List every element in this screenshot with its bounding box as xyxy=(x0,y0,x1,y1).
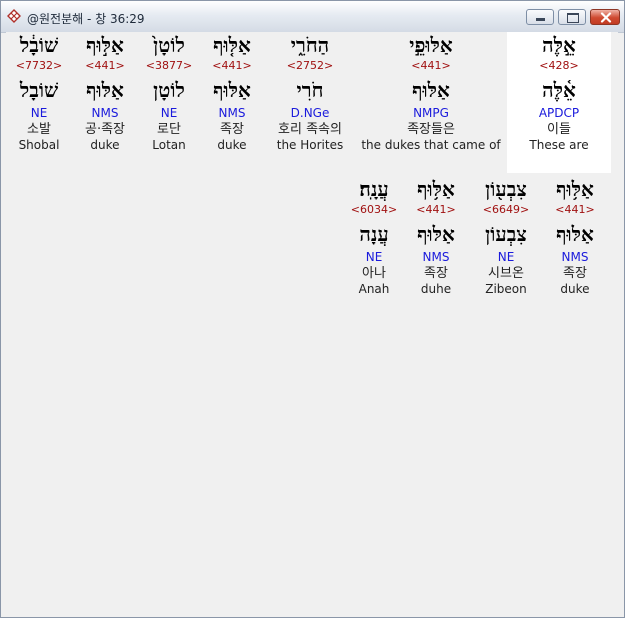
parsing-code: NMPG xyxy=(413,106,449,120)
app-window: @원전분해 - 창 36:29 אֵ֣לֶּה <428> אֵ֫לֶּה AP… xyxy=(0,0,625,618)
parsing-code: NE xyxy=(497,250,515,264)
strong-number: <2752> xyxy=(286,59,334,72)
hebrew-lemma: אַלּוּף xyxy=(86,78,124,102)
parsing-code: NMS xyxy=(91,106,119,120)
english-gloss: Lotan xyxy=(152,138,186,152)
hebrew-word: צִבְע֖וֹן xyxy=(485,177,527,201)
parsing-code: APDCP xyxy=(538,106,580,120)
parsing-code: NMS xyxy=(422,250,450,264)
word-block[interactable]: אַלּ֣וּף <441> אַלּוּף NMS 공·족장 duke xyxy=(76,32,134,153)
parsing-code: NMS xyxy=(561,250,589,264)
hebrew-word: אַלּ֤וּף xyxy=(213,33,251,57)
word-block[interactable]: הַחֹרִ֑י <2752> חֹרִי D.NGe 호리 족속의 the H… xyxy=(268,32,352,153)
word-block[interactable]: אַלּ֥וּף <441> אַלּוּף NMS 족장 duke xyxy=(545,176,605,297)
strong-number: <441> xyxy=(555,203,595,216)
strong-number: <6649> xyxy=(482,203,530,216)
hebrew-word: הַחֹרִ֑י xyxy=(290,33,330,57)
parsing-code: NE xyxy=(160,106,178,120)
hebrew-word: שׁוֹבָ֔ל xyxy=(19,33,59,57)
korean-gloss: 아나 xyxy=(362,266,386,281)
parsing-code: NE xyxy=(365,250,383,264)
english-gloss: duke xyxy=(217,138,247,152)
strong-number: <441> xyxy=(212,59,252,72)
hebrew-word: אֵ֣לֶּה xyxy=(542,33,576,57)
english-gloss: the dukes that came of xyxy=(361,138,501,152)
hebrew-lemma: אַלּוּף xyxy=(412,78,450,102)
close-button[interactable] xyxy=(590,9,620,25)
hebrew-word: אַלּ֣וּף xyxy=(86,33,124,57)
hebrew-word: אַלּ֥וּף xyxy=(556,177,594,201)
parsing-code: D.NGe xyxy=(290,106,330,120)
korean-gloss: 족장 xyxy=(424,266,448,281)
maximize-button[interactable] xyxy=(558,9,586,25)
strong-number: <441> xyxy=(411,59,451,72)
word-block[interactable]: שׁוֹבָ֔ל <7732> שׁוֹבָל NE 소발 Shobal xyxy=(10,32,68,153)
word-block[interactable]: אֵ֣לֶּה <428> אֵ֫לֶּה APDCP 이들 These are xyxy=(507,32,611,173)
minimize-icon xyxy=(536,18,545,21)
hebrew-lemma: אַלּוּף xyxy=(417,222,455,246)
hebrew-word: אַלּ֥וּף xyxy=(417,177,455,201)
word-block[interactable]: אַלּ֥וּף <441> אַלּוּף NMS 족장 duhe xyxy=(407,176,465,297)
english-gloss: Shobal xyxy=(18,138,60,152)
hebrew-lemma: חֹרִי xyxy=(296,78,324,102)
analysis-panel: אֵ֣לֶּה <428> אֵ֫לֶּה APDCP 이들 These are… xyxy=(6,32,618,611)
strong-number: <428> xyxy=(539,59,579,72)
app-icon xyxy=(6,8,22,24)
korean-gloss: 족장들은 xyxy=(407,122,455,137)
window-title: @원전분해 - 창 36:29 xyxy=(27,12,145,26)
korean-gloss: 족장 xyxy=(220,122,244,137)
korean-gloss: 족장 xyxy=(563,266,587,281)
word-block[interactable]: לוֹטָן֙ <3877> לוֹטָן NE 로단 Lotan xyxy=(142,32,196,153)
english-gloss: Zibeon xyxy=(485,282,527,296)
english-gloss: Anah xyxy=(358,282,390,296)
strong-number: <6034> xyxy=(350,203,398,216)
strong-number: <7732> xyxy=(15,59,63,72)
hebrew-lemma: עֲנָה xyxy=(359,222,389,246)
parsing-code: NE xyxy=(30,106,48,120)
hebrew-word: אַלּוּפֵ֣י xyxy=(409,33,453,57)
korean-gloss: 호리 족속의 xyxy=(278,122,342,137)
korean-gloss: 공·족장 xyxy=(84,122,125,137)
word-block[interactable]: צִבְע֖וֹן <6649> צִבְעוֹן NE 시브온 Zibeon xyxy=(473,176,539,297)
english-gloss: duke xyxy=(90,138,120,152)
english-gloss: duhe xyxy=(420,282,452,296)
strong-number: <441> xyxy=(416,203,456,216)
close-icon xyxy=(600,12,612,23)
hebrew-lemma: לוֹטָן xyxy=(153,78,185,102)
korean-gloss: 로단 xyxy=(157,122,181,137)
korean-gloss: 시브온 xyxy=(488,266,524,281)
word-block[interactable]: אַלּוּפֵ֣י <441> אַלּוּף NMPG 족장들은 the d… xyxy=(361,32,501,153)
hebrew-lemma: שׁוֹבָל xyxy=(19,78,59,102)
english-gloss: These are xyxy=(529,138,589,152)
korean-gloss: 소발 xyxy=(27,122,51,137)
hebrew-word: לוֹטָן֙ xyxy=(153,33,185,57)
hebrew-lemma: אֵ֫לֶּה xyxy=(542,78,576,102)
word-block[interactable]: אַלּ֤וּף <441> אַלּוּף NMS 족장 duke xyxy=(206,32,258,153)
hebrew-lemma: אַלּוּף xyxy=(556,222,594,246)
hebrew-lemma: צִבְעוֹן xyxy=(485,222,527,246)
minimize-button[interactable] xyxy=(526,9,554,25)
english-gloss: the Horites xyxy=(276,138,344,152)
word-block[interactable]: עֲנָֽה׃ <6034> עֲנָה NE 아나 Anah xyxy=(348,176,400,297)
korean-gloss: 이들 xyxy=(547,122,571,137)
strong-number: <3877> xyxy=(145,59,193,72)
hebrew-word: עֲנָֽה׃ xyxy=(359,177,389,201)
parsing-code: NMS xyxy=(218,106,246,120)
title-bar[interactable]: @원전분해 - 창 36:29 xyxy=(1,1,624,33)
english-gloss: duke xyxy=(560,282,590,296)
hebrew-lemma: אַלּוּף xyxy=(213,78,251,102)
maximize-icon xyxy=(567,13,579,23)
strong-number: <441> xyxy=(85,59,125,72)
